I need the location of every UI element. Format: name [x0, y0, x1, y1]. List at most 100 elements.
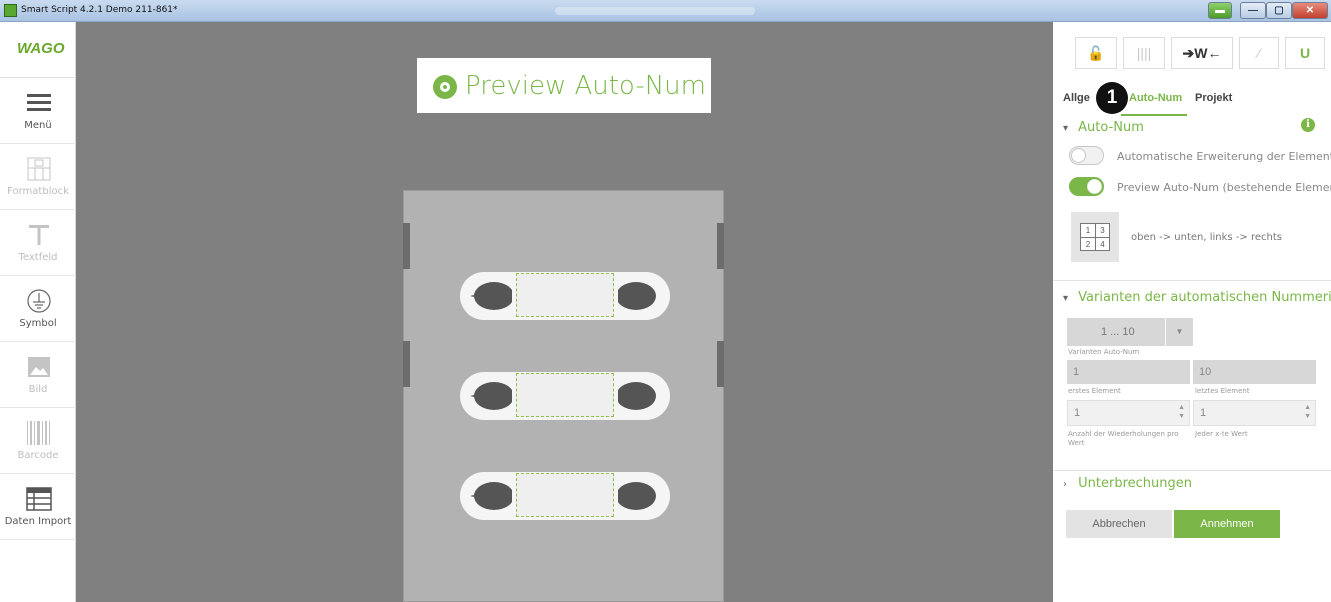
slot-left-shape	[474, 482, 512, 510]
accept-button[interactable]: Annehmen	[1174, 510, 1280, 538]
toggle-auto-extend[interactable]	[1069, 146, 1104, 165]
toggle-preview-label: Preview Auto-Num (bestehende Elemente)	[1117, 181, 1331, 194]
window-titlebar: Smart Script 4.2.1 Demo 211-861* ▬ — ▢ ✕	[0, 0, 1331, 22]
magnet-icon: U	[1299, 45, 1311, 61]
stepper-arrows-icon[interactable]: ▲ ▼	[1178, 403, 1185, 421]
panel-tabs: Allge 1 Auto-Num Projekt	[1053, 82, 1331, 118]
tool-label: Menü	[24, 120, 52, 131]
info-icon[interactable]: i	[1301, 118, 1315, 132]
last-element-caption: letztes Element	[1195, 387, 1250, 395]
chevron-down-icon: ▾	[1063, 123, 1069, 134]
marker-text-field[interactable]	[516, 473, 614, 517]
close-button[interactable]: ✕	[1292, 2, 1328, 19]
toggle-preview-auto-num[interactable]	[1069, 177, 1104, 196]
tool-label: Daten Import	[4, 516, 72, 527]
repeat-count-caption: Anzahl der Wiederholungen pro	[1068, 430, 1179, 438]
order-cell: 2	[1081, 237, 1095, 250]
nth-value: 1	[1200, 407, 1207, 419]
repeat-count-caption-2: Wert	[1068, 439, 1085, 447]
close-icon: ✕	[1305, 5, 1315, 16]
last-element-value: 10	[1199, 366, 1212, 378]
order-cell: 4	[1095, 237, 1109, 250]
tool-textfeld[interactable]: Textfeld	[0, 210, 76, 276]
repeat-count-stepper[interactable]: 1 ▲ ▼	[1067, 400, 1190, 426]
tool-formatblock[interactable]: Formatblock	[0, 144, 76, 210]
label-card[interactable]	[403, 190, 724, 602]
tool-bild[interactable]: Bild	[0, 342, 76, 408]
logo-text: WAGO	[17, 40, 65, 57]
tab-auto-num[interactable]: Auto-Num	[1129, 92, 1182, 104]
wrap-arrows-icon: ➔W←	[1182, 45, 1222, 61]
left-toolbar: WAGO Menü Formatblock Textfeld Symbol Bi…	[0, 22, 76, 602]
table-import-icon	[26, 487, 52, 511]
magic-wand-icon: ⁄	[1257, 45, 1261, 61]
columns-icon: ||||	[1136, 45, 1152, 61]
card-notch-left-bottom	[403, 341, 410, 387]
card-notch-right-top	[717, 223, 724, 269]
window-extra-button[interactable]: ▬	[1208, 2, 1232, 19]
section-variants-header[interactable]: ▾ Varianten der automatischen Nummerieru…	[1063, 290, 1331, 305]
section-title: Varianten der automatischen Nummerierung	[1078, 290, 1331, 305]
stepper-arrows-icon[interactable]: ▲ ▼	[1304, 403, 1311, 421]
properties-panel: 🔓 |||| ➔W← ⁄ U Allge 1 Auto-Num Projekt …	[1053, 22, 1331, 602]
minimize-icon: —	[1248, 5, 1258, 16]
last-element-field[interactable]: 10	[1193, 360, 1316, 384]
extra-icon: ▬	[1215, 5, 1225, 16]
slot-right-shape	[618, 382, 656, 410]
tool-label: Textfeld	[18, 252, 58, 263]
numbering-order-button[interactable]: 1 3 2 4	[1071, 212, 1119, 262]
tab-allgemein[interactable]: Allge	[1063, 92, 1090, 104]
tool-label: Symbol	[19, 318, 57, 329]
order-cell: 3	[1095, 224, 1109, 237]
preview-banner-text: Preview Auto-Num	[465, 71, 706, 101]
variants-select-value: 1 ... 10	[1101, 326, 1135, 338]
nth-value-caption: Jeder x-te Wert	[1195, 430, 1248, 438]
maximize-button[interactable]: ▢	[1266, 2, 1292, 19]
repeat-count-value: 1	[1074, 407, 1081, 419]
cancel-button[interactable]: Abbrechen	[1066, 510, 1172, 538]
section-interrupts-header[interactable]: › Unterbrechungen	[1063, 476, 1192, 491]
order-grid-icon: 1 3 2 4	[1080, 223, 1110, 251]
first-element-field[interactable]: 1	[1067, 360, 1190, 384]
variants-select[interactable]: 1 ... 10 ▼	[1067, 318, 1193, 346]
blurred-title-region	[555, 7, 755, 15]
first-element-value: 1	[1073, 366, 1080, 378]
unlock-button[interactable]: 🔓	[1075, 37, 1117, 69]
text-icon	[29, 225, 49, 245]
step-marker: 1	[1096, 82, 1128, 114]
slot-left-shape	[474, 382, 512, 410]
toggle-knob	[1087, 179, 1102, 194]
slot-right-shape	[618, 282, 656, 310]
tool-menu[interactable]: Menü	[0, 78, 76, 144]
chevron-right-icon: ›	[1063, 479, 1067, 490]
hamburger-menu-icon	[27, 94, 51, 111]
active-tab-underline	[1121, 114, 1187, 116]
numbering-order-label: oben -> unten, links -> rechts	[1131, 232, 1282, 243]
order-cell: 1	[1085, 226, 1091, 235]
marker-slot	[460, 372, 670, 420]
marker-text-field[interactable]	[516, 373, 614, 417]
nth-value-stepper[interactable]: 1 ▲ ▼	[1193, 400, 1316, 426]
image-icon	[28, 357, 50, 377]
first-element-caption: erstes Element	[1068, 387, 1121, 395]
tool-label: Barcode	[17, 450, 59, 461]
wago-logo: WAGO	[0, 22, 76, 78]
minimize-button[interactable]: —	[1240, 2, 1266, 19]
columns-button[interactable]: ||||	[1123, 37, 1165, 69]
chevron-down-icon: ▾	[1063, 293, 1069, 304]
magic-wand-button[interactable]: ⁄	[1239, 37, 1279, 69]
magnet-button[interactable]: U	[1285, 37, 1325, 69]
tab-projekt[interactable]: Projekt	[1195, 92, 1232, 104]
marker-text-field[interactable]	[516, 273, 614, 317]
dropdown-arrow-icon: ▼	[1165, 318, 1193, 346]
tool-symbol[interactable]: Symbol	[0, 276, 76, 342]
variants-caption: Varianten Auto-Num	[1068, 348, 1140, 356]
card-notch-right-bottom	[717, 341, 724, 387]
app-icon	[4, 4, 17, 17]
card-notch-left-top	[403, 223, 410, 269]
tool-daten-import[interactable]: Daten Import	[0, 474, 76, 540]
section-auto-num-header[interactable]: ▾ Auto-Num	[1063, 120, 1144, 135]
unlock-icon: 🔓	[1087, 45, 1105, 61]
wrap-button[interactable]: ➔W←	[1171, 37, 1233, 69]
tool-barcode[interactable]: Barcode	[0, 408, 76, 474]
